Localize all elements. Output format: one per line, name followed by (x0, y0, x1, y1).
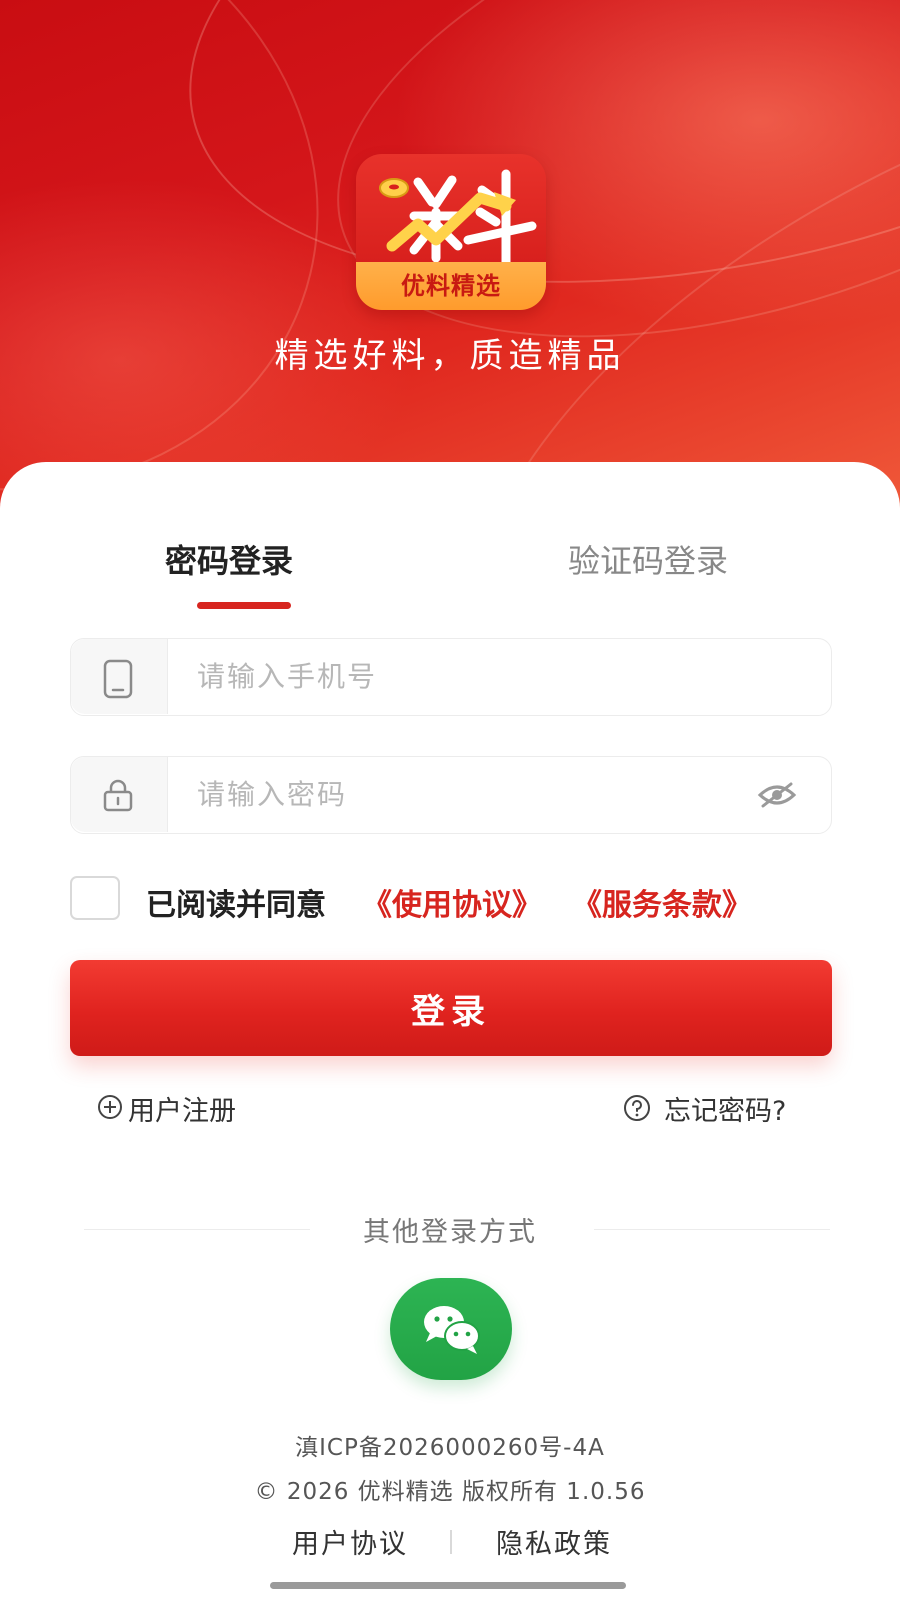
logo-mark (379, 169, 537, 264)
logo-band: 优料精选 (356, 262, 546, 310)
copyright-text: © 2026 优料精选 版权所有 1.0.56 (254, 1479, 646, 1505)
agreement-checkbox[interactable] (70, 876, 120, 920)
footer-user-agreement-link[interactable]: 用户协议 (292, 1522, 408, 1561)
terms-of-service-link[interactable]: 《服务条款》 (572, 880, 752, 924)
forgot-password-label: 忘记密码? (664, 1096, 787, 1127)
home-indicator[interactable] (270, 1582, 626, 1589)
lock-icon-cell (71, 757, 168, 832)
wechat-icon (424, 1306, 480, 1354)
footer-privacy-policy-link[interactable]: 隐私政策 (496, 1522, 612, 1561)
phone-input[interactable] (181, 639, 757, 714)
logo-text: 优料精选 (401, 272, 501, 300)
divider-right (594, 1229, 830, 1230)
password-field (70, 756, 832, 834)
app-logo-icon: 优料精选 (356, 154, 546, 310)
agreement-text: 已阅读并同意 (146, 888, 326, 923)
tab-sms-login[interactable]: 验证码登录 (568, 536, 728, 582)
terms-of-use-link[interactable]: 《使用协议》 (362, 880, 542, 924)
app-slogan: 精选好料，质造精品 (274, 336, 626, 376)
forgot-password-link[interactable]: 忘记密码? (622, 1089, 786, 1128)
tab-password-login[interactable]: 密码登录 (165, 536, 293, 582)
password-input[interactable] (181, 757, 757, 832)
question-circle-icon (624, 1095, 650, 1121)
plus-circle-icon (98, 1095, 122, 1119)
phone-field (70, 638, 832, 716)
phone-icon-cell (71, 639, 168, 714)
phone-icon (103, 659, 133, 699)
icp-license: 滇ICP备2026000260号-4A (295, 1435, 605, 1461)
eye-hidden-icon[interactable] (757, 781, 797, 813)
hero-banner: 优料精选 精选好料，质造精品 (0, 0, 900, 520)
register-link[interactable]: 用户注册 (96, 1089, 236, 1128)
active-tab-indicator (197, 602, 291, 609)
footer-divider (450, 1530, 452, 1554)
register-label: 用户注册 (128, 1096, 236, 1127)
login-button[interactable]: 登录 (70, 960, 832, 1056)
lock-icon (103, 779, 133, 812)
wechat-login-button[interactable] (390, 1278, 512, 1380)
